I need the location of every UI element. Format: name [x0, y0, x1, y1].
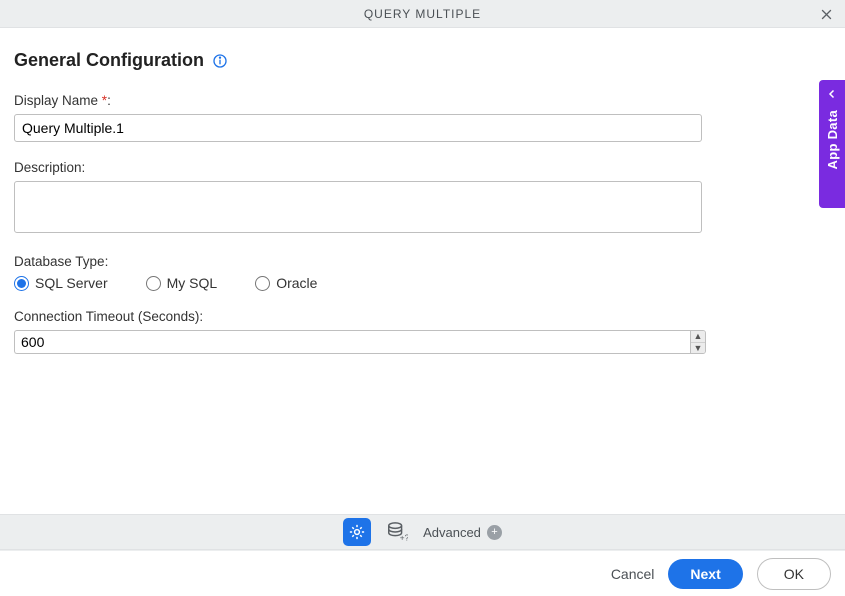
radio-mysql-input[interactable] — [146, 276, 161, 291]
database-icon: +? — [386, 521, 408, 543]
stepper: ▲ ▼ — [690, 330, 706, 354]
connection-timeout-field: Connection Timeout (Seconds): ▲ ▼ — [14, 309, 831, 354]
ok-button[interactable]: OK — [757, 558, 831, 590]
display-name-field: Display Name *: — [14, 93, 831, 142]
radio-mysql[interactable]: My SQL — [146, 275, 218, 291]
advanced-label: Advanced — [423, 525, 481, 540]
info-icon[interactable] — [212, 53, 228, 69]
database-type-field: Database Type: SQL Server My SQL Oracle — [14, 254, 831, 291]
dialog-header: QUERY MULTIPLE — [0, 0, 845, 28]
description-input[interactable] — [14, 181, 702, 233]
gear-icon — [348, 523, 366, 541]
radio-sql-server-input[interactable] — [14, 276, 29, 291]
radio-mysql-label: My SQL — [167, 275, 218, 291]
svg-text:+?: +? — [400, 533, 408, 542]
description-label: Description: — [14, 160, 831, 175]
bottom-tabbar: +? Advanced + — [0, 514, 845, 550]
section-header: General Configuration — [14, 50, 831, 71]
dialog-body: General Configuration Display Name *: De… — [0, 28, 845, 514]
cancel-button[interactable]: Cancel — [611, 566, 655, 582]
dialog-footer: Cancel Next OK — [0, 550, 845, 596]
radio-sql-server-label: SQL Server — [35, 275, 108, 291]
section-title: General Configuration — [14, 50, 204, 71]
tab-database[interactable]: +? — [383, 518, 411, 546]
radio-sql-server[interactable]: SQL Server — [14, 275, 108, 291]
description-field: Description: — [14, 160, 831, 236]
display-name-input[interactable] — [14, 114, 702, 142]
display-name-label: Display Name *: — [14, 93, 831, 108]
close-button[interactable] — [815, 3, 837, 25]
radio-oracle-input[interactable] — [255, 276, 270, 291]
close-icon — [819, 7, 834, 22]
database-type-label: Database Type: — [14, 254, 831, 269]
connection-timeout-label: Connection Timeout (Seconds): — [14, 309, 831, 324]
dialog-title: QUERY MULTIPLE — [364, 7, 481, 21]
app-data-panel-tab[interactable]: App Data — [819, 80, 845, 208]
plus-icon: + — [487, 525, 502, 540]
tab-advanced[interactable]: Advanced + — [423, 525, 502, 540]
database-type-radios: SQL Server My SQL Oracle — [14, 275, 831, 291]
app-data-label: App Data — [825, 110, 840, 169]
stepper-up[interactable]: ▲ — [691, 331, 705, 343]
next-button[interactable]: Next — [668, 559, 742, 589]
tab-general[interactable] — [343, 518, 371, 546]
stepper-down[interactable]: ▼ — [691, 343, 705, 354]
radio-oracle[interactable]: Oracle — [255, 275, 317, 291]
radio-oracle-label: Oracle — [276, 275, 317, 291]
connection-timeout-input[interactable] — [14, 330, 690, 354]
chevron-left-icon — [826, 88, 838, 100]
